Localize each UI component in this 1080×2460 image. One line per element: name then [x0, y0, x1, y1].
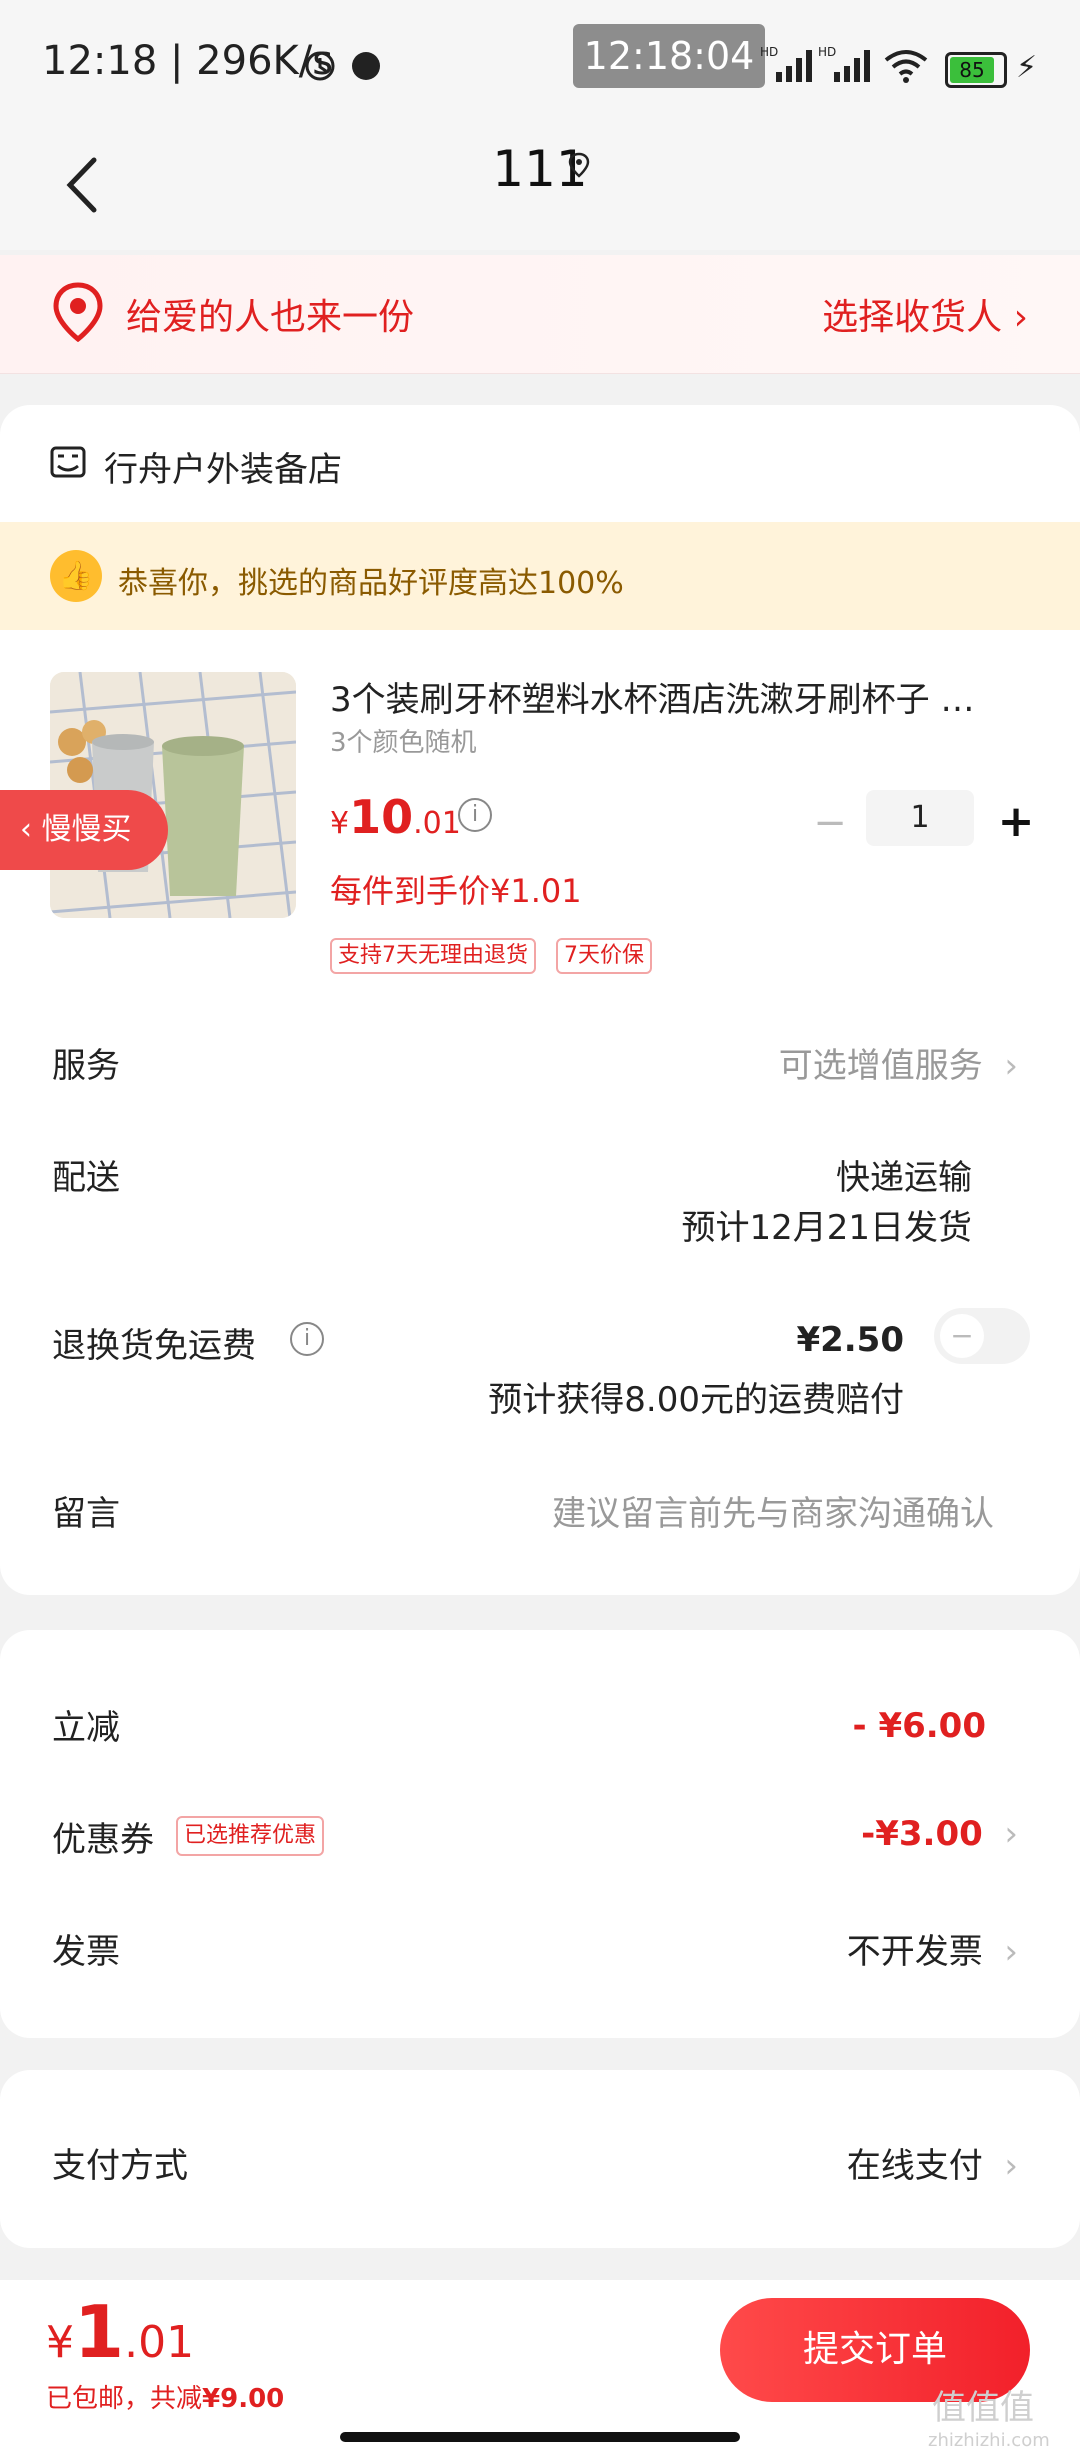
price-protect-tag: 7天价保: [556, 938, 652, 974]
unit-price: 每件到手价¥1.01: [330, 872, 582, 910]
price-decimal: .01: [413, 806, 461, 841]
message-label: 留言: [52, 1494, 120, 1534]
home-indicator[interactable]: [340, 2432, 740, 2442]
charging-icon: ⚡: [1016, 50, 1038, 85]
status-time-speed: 12:18 | 296K/s: [42, 38, 334, 84]
slow-buy-button[interactable]: ‹ 慢慢买: [0, 790, 168, 870]
decrease-quantity-button[interactable]: −: [810, 800, 850, 846]
screenshot-clock: 12:18:04: [573, 24, 765, 88]
notification-dot-icon: [352, 52, 380, 80]
payment-label: 支付方式: [52, 2146, 188, 2186]
delivery-method: 快递运输: [836, 1158, 972, 1198]
quantity-field[interactable]: 1: [866, 790, 974, 846]
return-shipping-price: ¥2.50: [796, 1320, 904, 1360]
payment-method[interactable]: 在线支付 ›: [847, 2138, 1018, 2187]
return-shipping-label: 退换货免运费: [52, 1326, 256, 1366]
product-title[interactable]: 3个装刷牙杯塑料水杯酒店洗漱牙刷杯子 …: [330, 672, 1030, 721]
chevron-right-icon: ›: [1013, 297, 1028, 338]
service-value-text: 可选增值服务: [778, 1046, 983, 1086]
thumbs-up-icon: 👍: [50, 550, 102, 602]
coupon-value[interactable]: -¥3.00 ›: [861, 1814, 1018, 1854]
chevron-left-icon: ‹: [20, 812, 42, 847]
location-icon: [50, 282, 106, 343]
select-recipient-link[interactable]: 选择收货人 ›: [822, 288, 1028, 340]
increase-quantity-button[interactable]: +: [996, 796, 1036, 847]
total-summary: 已包邮，共减¥9.00: [46, 2378, 284, 2415]
wifi-icon: [882, 48, 930, 88]
watermark-logo: 值值值: [932, 2388, 1034, 2428]
chevron-right-icon: ›: [1004, 1814, 1018, 1854]
price-integer: 10: [349, 790, 414, 844]
product-price: ¥10.01: [330, 790, 461, 844]
total-summary-prefix: 已包邮，共减: [46, 2384, 203, 2414]
shop-name[interactable]: 行舟户外装备店: [104, 442, 342, 491]
location-pin-icon[interactable]: [566, 152, 592, 178]
coupon-amount: -¥3.00: [861, 1814, 983, 1854]
return-shipping-note: 预计获得8.00元的运费赔付: [488, 1380, 904, 1420]
chevron-right-icon: ›: [1004, 1046, 1018, 1086]
toggle-knob: −: [940, 1314, 984, 1358]
invoice-value-text: 不开发票: [846, 1932, 983, 1972]
total-symbol: ¥: [46, 2317, 74, 2368]
signal-icon-1: HD: [760, 44, 814, 88]
promo-text: 恭喜你，挑选的商品好评度高达100%: [118, 566, 624, 601]
coupon-badge: 已选推荐优惠: [176, 1816, 325, 1856]
delivery-label: 配送: [52, 1158, 120, 1198]
service-label: 服务: [52, 1046, 120, 1086]
invoice-value[interactable]: 不开发票 ›: [847, 1924, 1018, 1973]
battery-level: 85: [950, 57, 994, 83]
payment-method-text: 在线支付: [846, 2146, 983, 2186]
back-button[interactable]: [52, 140, 122, 230]
select-recipient-label: 选择收货人: [822, 297, 1003, 338]
price-symbol: ¥: [330, 806, 350, 841]
return-policy-tag: 支持7天无理由退货: [330, 938, 536, 974]
chevron-right-icon: ›: [1004, 2146, 1018, 2186]
battery-icon: 85: [945, 52, 1007, 88]
service-value[interactable]: 可选增值服务 ›: [779, 1038, 1018, 1087]
chevron-right-icon: ›: [1004, 1932, 1018, 1972]
watermark-url: zhizhizhi.com: [928, 2430, 1050, 2451]
invoice-label: 发票: [52, 1932, 120, 1972]
info-icon[interactable]: i: [290, 1322, 324, 1356]
slow-buy-label: 慢慢买: [41, 812, 132, 847]
svg-text:HD: HD: [818, 45, 836, 59]
svg-text:HD: HD: [760, 45, 778, 59]
alarm-icon: [300, 44, 340, 88]
instant-discount-label: 立减: [52, 1708, 120, 1748]
instant-discount-value: - ¥6.00: [852, 1706, 987, 1746]
product-variant: 3个颜色随机: [330, 728, 477, 758]
chevron-left-icon: [66, 157, 97, 213]
signal-icon-2: HD: [818, 44, 872, 88]
message-input[interactable]: 建议留言前先与商家沟通确认: [552, 1486, 994, 1535]
total-integer: 1: [74, 2290, 125, 2374]
return-shipping-toggle[interactable]: −: [934, 1308, 1030, 1364]
shop-icon: [48, 442, 88, 482]
total-discount-amount: ¥9.00: [202, 2384, 285, 2414]
delivery-eta: 预计12月21日发货: [681, 1208, 972, 1248]
total-price: ¥1.01: [46, 2290, 194, 2374]
total-decimal: .01: [124, 2317, 195, 2368]
gift-banner-text: 给爱的人也来一份: [126, 297, 415, 338]
info-icon[interactable]: i: [458, 798, 492, 832]
coupon-label: 优惠券: [52, 1820, 154, 1860]
